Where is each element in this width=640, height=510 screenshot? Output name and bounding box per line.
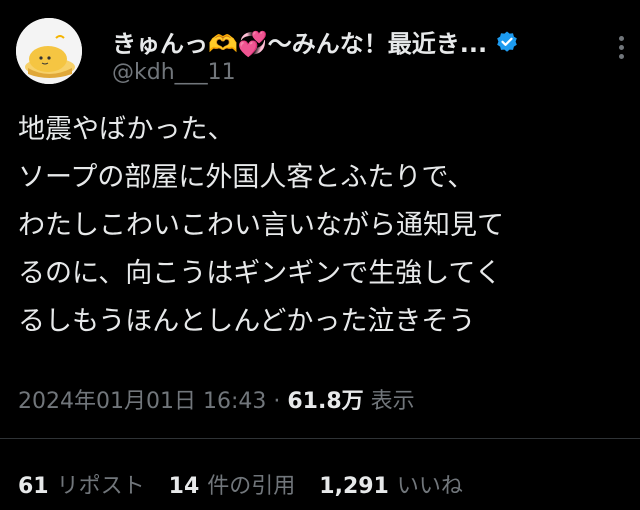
divider <box>0 438 640 439</box>
quotes-count: 14 <box>168 474 200 499</box>
display-name[interactable]: きゅんっ🫶💞〜みんな！最近き... <box>112 24 487 59</box>
tweet-header: きゅんっ🫶💞〜みんな！最近き... @kdh___11 <box>16 14 624 88</box>
tweet-stats: 61 リポスト 14 件の引用 1,291 いいね <box>18 468 463 500</box>
tweet-line: るのに、向こうはギンギンで生強してく <box>18 258 502 289</box>
likes-count: 1,291 <box>319 474 389 499</box>
tweet-line: 地震やばかった、 <box>18 114 235 145</box>
likes-stat[interactable]: 1,291 いいね <box>319 468 463 500</box>
reposts-stat[interactable]: 61 リポスト <box>18 468 145 500</box>
display-name-row[interactable]: きゅんっ🫶💞〜みんな！最近き... <box>112 24 519 59</box>
more-icon[interactable] <box>618 36 624 60</box>
tweet-text: 地震やばかった、 ソープの部屋に外国人客とふたりで、 わたしこわいこわい言いなが… <box>18 106 624 346</box>
avatar-image <box>16 18 82 84</box>
views-label: 表示 <box>370 389 415 414</box>
quotes-label: 件の引用 <box>207 474 296 499</box>
meta-separator: · <box>273 389 281 414</box>
quotes-stat[interactable]: 14 件の引用 <box>169 468 296 500</box>
tweet-line: ソープの部屋に外国人客とふたりで、 <box>18 162 475 193</box>
timestamp[interactable]: 2024年01月01日 16:43 <box>18 389 266 414</box>
avatar[interactable] <box>16 18 82 84</box>
reposts-label: リポスト <box>56 474 145 499</box>
reposts-count: 61 <box>18 474 49 499</box>
tweet-meta: 2024年01月01日 16:43 · 61.8万 表示 <box>18 383 415 415</box>
verified-badge-icon <box>497 31 517 52</box>
user-handle[interactable]: @kdh___11 <box>112 60 236 85</box>
tweet-line: るしもうほんとしんどかった泣きそう <box>18 306 476 337</box>
likes-label: いいね <box>396 474 463 499</box>
tweet-line: わたしこわいこわい言いながら通知見て <box>18 210 504 241</box>
views-count: 61.8万 <box>287 389 364 414</box>
